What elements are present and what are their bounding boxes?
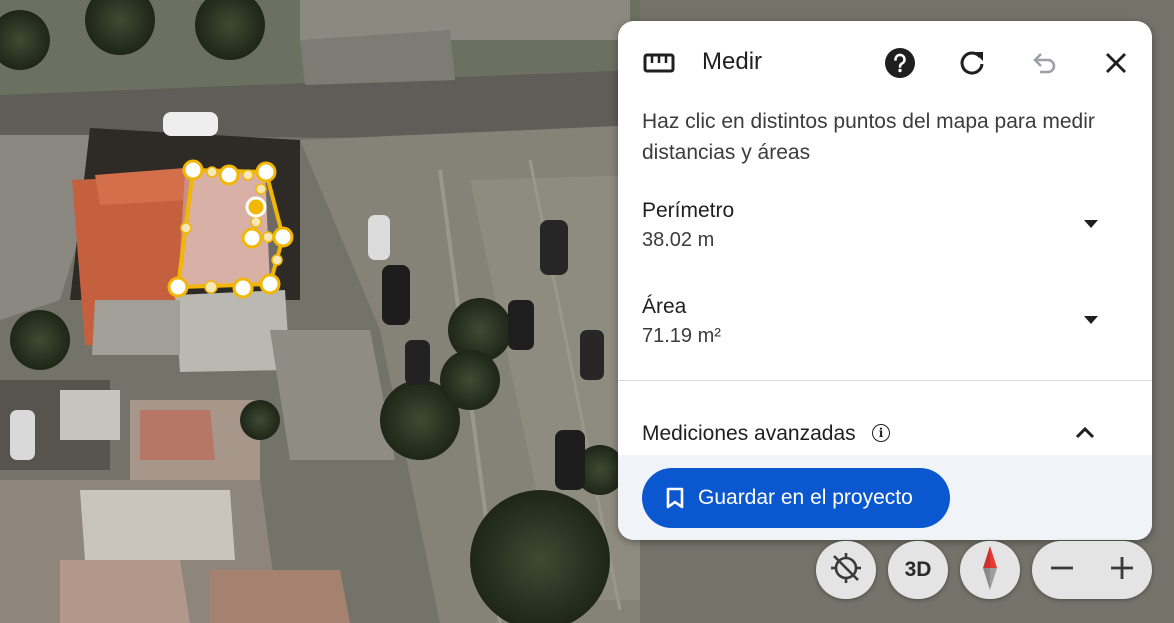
advanced-measurements-label[interactable]: Mediciones avanzadas — [642, 422, 856, 446]
chevron-up-icon[interactable] — [1074, 425, 1096, 444]
help-icon[interactable] — [882, 45, 918, 81]
instructions-text: Haz clic en distintos puntos del mapa pa… — [642, 110, 1095, 164]
perimeter-row[interactable]: Perímetro 38.02 m — [642, 197, 1128, 255]
area-label: Área — [642, 295, 687, 318]
view-3d-label: 3D — [904, 558, 932, 581]
chevron-down-icon[interactable] — [1084, 316, 1098, 324]
location-off-icon — [828, 550, 864, 591]
close-icon[interactable] — [1098, 45, 1134, 81]
save-button-label: Guardar en el proyecto — [698, 486, 913, 509]
minus-icon[interactable] — [1049, 555, 1075, 586]
ruler-icon — [643, 51, 675, 80]
perimeter-label: Perímetro — [642, 199, 735, 222]
bookmark-icon — [666, 487, 684, 509]
compass-button[interactable] — [960, 541, 1020, 599]
measure-panel: Medir Haz clic en distintos puntos del m… — [618, 21, 1152, 540]
plus-icon[interactable] — [1109, 555, 1135, 586]
area-value: 71.19 m² — [642, 325, 721, 347]
refresh-icon[interactable] — [954, 45, 990, 81]
area-row[interactable]: Área 71.19 m² — [642, 293, 1128, 351]
perimeter-value: 38.02 m — [642, 229, 715, 251]
view-3d-button[interactable]: 3D — [888, 541, 948, 599]
panel-header: Medir — [618, 21, 1152, 105]
divider — [618, 380, 1152, 381]
panel-title: Medir — [702, 48, 763, 75]
panel-footer: Guardar en el proyecto — [618, 455, 1152, 540]
save-to-project-button[interactable]: Guardar en el proyecto — [642, 468, 950, 528]
undo-icon[interactable] — [1026, 45, 1062, 81]
chevron-down-icon[interactable] — [1084, 220, 1098, 228]
zoom-control — [1032, 541, 1152, 599]
info-icon[interactable]: i — [872, 424, 890, 442]
recenter-button[interactable] — [816, 541, 876, 599]
compass-icon — [980, 544, 1000, 597]
